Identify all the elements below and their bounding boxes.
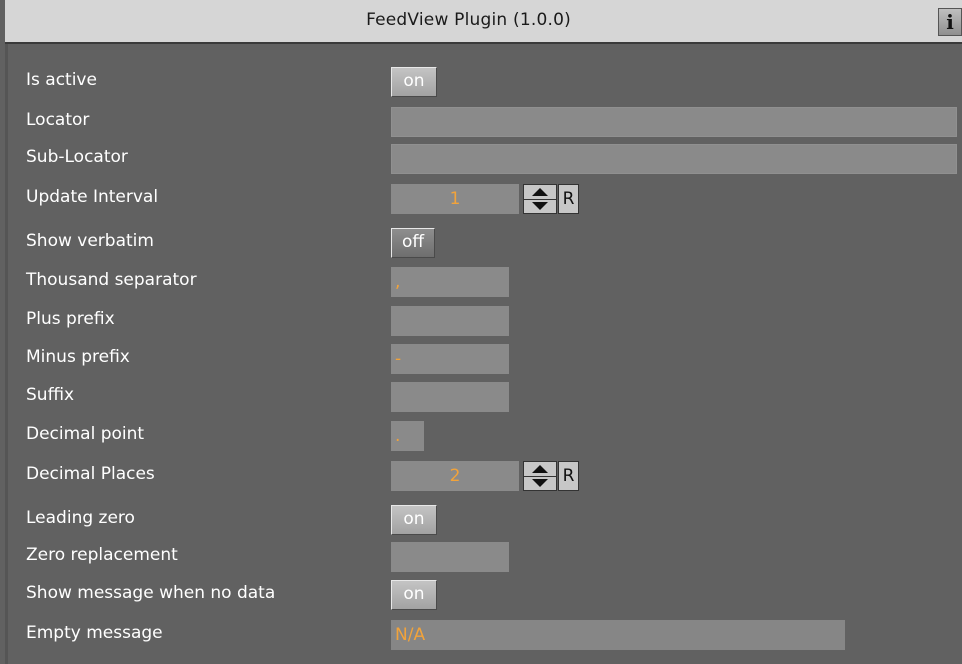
leading-zero-toggle[interactable]: on xyxy=(391,505,437,535)
show-message-no-data-label: Show message when no data xyxy=(26,583,276,603)
update-interval-label: Update Interval xyxy=(26,187,159,207)
is-active-toggle[interactable]: on xyxy=(391,67,437,97)
plus-prefix-input[interactable] xyxy=(391,306,509,336)
row-minus-prefix: Minus prefix - xyxy=(0,344,962,374)
empty-message-input[interactable]: N/A xyxy=(391,620,845,650)
zero-replacement-label: Zero replacement xyxy=(26,545,178,565)
update-interval-input[interactable]: 1 xyxy=(391,184,519,214)
show-verbatim-toggle[interactable]: off xyxy=(391,228,435,258)
suffix-label: Suffix xyxy=(26,385,75,405)
row-suffix: Suffix xyxy=(0,382,962,412)
thousand-separator-input[interactable]: , xyxy=(391,267,509,297)
plus-prefix-label: Plus prefix xyxy=(26,309,115,329)
spinner-up-icon[interactable] xyxy=(524,462,556,477)
decimal-point-label: Decimal point xyxy=(26,424,145,444)
plugin-title: FeedView Plugin (1.0.0) xyxy=(366,10,571,30)
minus-prefix-label: Minus prefix xyxy=(26,347,130,367)
is-active-label: Is active xyxy=(26,70,97,90)
thousand-separator-label: Thousand separator xyxy=(26,270,197,290)
minus-prefix-input[interactable]: - xyxy=(391,344,509,374)
plugin-title-bar: FeedView Plugin (1.0.0) i xyxy=(5,0,962,44)
locator-input[interactable] xyxy=(391,107,957,137)
row-empty-message: Empty message N/A xyxy=(0,620,962,650)
suffix-input[interactable] xyxy=(391,382,509,412)
row-locator: Locator xyxy=(0,107,962,137)
row-plus-prefix: Plus prefix xyxy=(0,306,962,336)
zero-replacement-input[interactable] xyxy=(391,542,509,572)
spinner-down-icon[interactable] xyxy=(524,199,556,213)
decimal-point-input[interactable]: . xyxy=(391,421,424,451)
info-icon[interactable]: i xyxy=(938,8,962,36)
update-interval-reset-button[interactable]: R xyxy=(558,184,579,214)
row-update-interval: Update Interval 1 R xyxy=(0,184,962,214)
row-is-active: Is active on xyxy=(0,67,962,97)
row-leading-zero: Leading zero on xyxy=(0,505,962,535)
row-sub-locator: Sub-Locator xyxy=(0,144,962,174)
sub-locator-input[interactable] xyxy=(391,144,957,174)
decimal-places-reset-button[interactable]: R xyxy=(558,461,579,491)
decimal-places-spinner[interactable] xyxy=(523,461,557,491)
show-message-no-data-toggle[interactable]: on xyxy=(391,580,437,610)
leading-zero-label: Leading zero xyxy=(26,508,135,528)
show-verbatim-label: Show verbatim xyxy=(26,231,154,251)
spinner-down-icon[interactable] xyxy=(524,476,556,490)
row-show-verbatim: Show verbatim off xyxy=(0,228,962,258)
decimal-places-input[interactable]: 2 xyxy=(391,461,519,491)
row-show-message-no-data: Show message when no data on xyxy=(0,580,962,610)
decimal-places-label: Decimal Places xyxy=(26,464,155,484)
row-thousand-separator: Thousand separator , xyxy=(0,267,962,297)
sub-locator-label: Sub-Locator xyxy=(26,147,128,167)
row-decimal-places: Decimal Places 2 R xyxy=(0,461,962,491)
update-interval-spinner[interactable] xyxy=(523,184,557,214)
spinner-up-icon[interactable] xyxy=(524,185,556,200)
empty-message-label: Empty message xyxy=(26,623,163,643)
row-zero-replacement: Zero replacement xyxy=(0,542,962,572)
locator-label: Locator xyxy=(26,110,90,130)
row-decimal-point: Decimal point . xyxy=(0,421,962,451)
